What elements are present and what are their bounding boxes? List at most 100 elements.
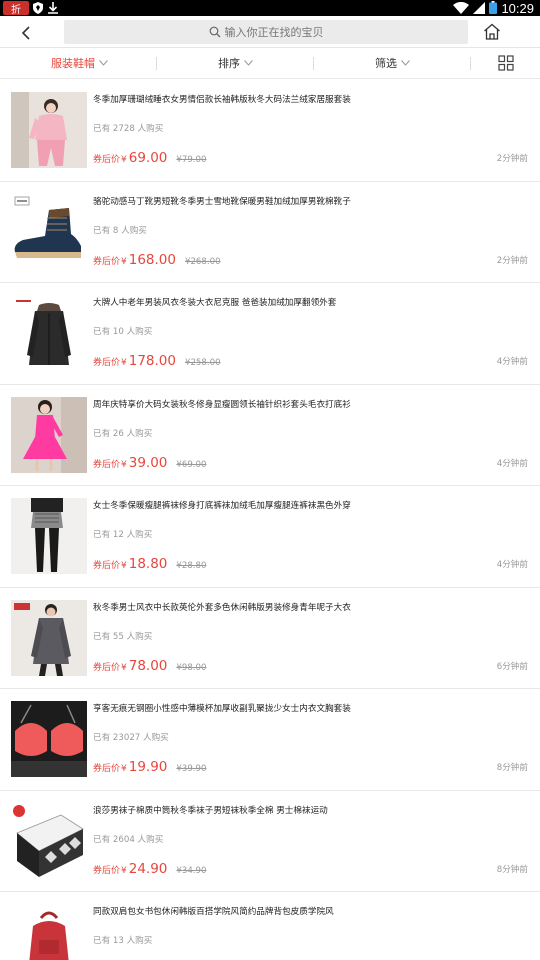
currency-symbol: ¥ bbox=[121, 662, 127, 673]
chevron-down-icon bbox=[99, 60, 108, 66]
post-time: 4分钟前 bbox=[496, 357, 528, 367]
search-header: 输入你正在找的宝贝 bbox=[0, 16, 540, 48]
category-filter-label: 服装鞋帽 bbox=[51, 57, 95, 70]
coupon-price-label: 券后价 bbox=[93, 358, 121, 368]
coupon-price-label: 券后价 bbox=[93, 459, 121, 470]
original-price: ¥34.90 bbox=[176, 865, 207, 876]
coupon-price: 78.00 bbox=[128, 657, 168, 674]
product-image-pink-dress bbox=[11, 396, 87, 473]
signal-icon bbox=[473, 0, 486, 18]
coupon-price-label: 券后价 bbox=[93, 865, 121, 876]
price-line: 券后价 ¥ 69.00 ¥79.00 bbox=[93, 150, 206, 166]
status-bar: 折 10:29 bbox=[0, 0, 540, 16]
product-title: 大牌人中老年男装风衣冬装大衣尼克服 爸爸装加绒加厚翻领外套 bbox=[93, 298, 337, 308]
back-button[interactable] bbox=[14, 22, 38, 44]
price-line: 券后价 ¥ 39.00 ¥69.00 bbox=[93, 455, 206, 471]
product-row[interactable]: 大牌人中老年男装风衣冬装大衣尼克服 爸爸装加绒加厚翻领外套 已有 10 人购买 … bbox=[0, 283, 540, 385]
price-line: 券后价 ¥ 78.00 ¥98.00 bbox=[93, 658, 206, 674]
currency-symbol: ¥ bbox=[121, 256, 127, 267]
clock: 10:29 bbox=[501, 0, 534, 16]
coupon-price: 18.80 bbox=[128, 556, 168, 572]
product-image-red-backpack bbox=[11, 904, 87, 960]
shield-icon bbox=[32, 2, 44, 14]
post-time: 4分钟前 bbox=[496, 458, 528, 469]
currency-symbol: ¥ bbox=[121, 865, 127, 876]
product-title: 周年庆特享价大码女装秋冬修身显瘦圆领长袖针织衫套头毛衣打底衫 bbox=[93, 399, 351, 410]
coupon-price: 24.90 bbox=[128, 860, 168, 877]
coupon-price-label: 券后价 bbox=[93, 662, 121, 673]
sold-count: 已有 55 人购买 bbox=[93, 631, 153, 642]
product-title: 冬季加厚珊瑚绒睡衣女男情侣款长袖韩版秋冬大码法兰绒家居服套装 bbox=[93, 95, 351, 105]
screen-filter[interactable]: 筛选 bbox=[375, 48, 410, 78]
chevron-down-icon bbox=[244, 60, 253, 66]
post-time: 8分钟前 bbox=[496, 864, 528, 875]
post-time: 6分钟前 bbox=[496, 661, 528, 672]
product-row[interactable]: 冬季加厚珊瑚绒睡衣女男情侣款长袖韩版秋冬大码法兰绒家居服套装 已有 2728 人… bbox=[0, 80, 540, 182]
product-image-pink-pajama bbox=[11, 92, 87, 168]
product-image-grey-overcoat bbox=[11, 599, 87, 676]
product-row[interactable]: 浪莎男袜子棉质中筒秋冬季袜子男短袜秋季全棉 男士棉袜运动 已有 2604 人购买… bbox=[0, 790, 540, 892]
original-price: ¥28.80 bbox=[176, 561, 207, 571]
product-row[interactable]: 亨客无痕无钢圈小性感中薄模杯加厚收副乳聚拢少女士内衣文胸套装 已有 23027 … bbox=[0, 689, 540, 791]
product-row[interactable]: 周年庆特享价大码女装秋冬修身显瘦圆领长袖针织衫套头毛衣打底衫 已有 26 人购买… bbox=[0, 384, 540, 486]
product-title: 同款双肩包女书包休闲韩版百搭学院风简约品牌背包皮质学院风 bbox=[93, 907, 334, 917]
sold-count: 已有 12 人购买 bbox=[93, 530, 153, 540]
coupon-price: 19.90 bbox=[128, 759, 168, 775]
divider bbox=[470, 57, 471, 70]
chevron-down-icon bbox=[401, 60, 410, 66]
product-row[interactable]: 同款双肩包女书包休闲韩版百搭学院风简约品牌背包皮质学院风 已有 13 人购买 bbox=[0, 892, 540, 960]
search-placeholder: 输入你正在找的宝贝 bbox=[224, 26, 324, 39]
product-row[interactable]: 秋冬季男士风衣中长款英伦外套多色休闲韩版男装修身青年呢子大衣 已有 55 人购买… bbox=[0, 587, 540, 689]
screen-filter-label: 筛选 bbox=[375, 57, 397, 70]
grid-view-button[interactable] bbox=[498, 55, 514, 71]
product-title: 秋冬季男士风衣中长款英伦外套多色休闲韩版男装修身青年呢子大衣 bbox=[93, 602, 351, 613]
search-input[interactable]: 输入你正在找的宝贝 bbox=[64, 20, 468, 44]
filter-bar: 服装鞋帽 排序 筛选 bbox=[0, 48, 540, 79]
sold-count: 已有 8 人购买 bbox=[93, 225, 147, 236]
sold-count: 已有 10 人购买 bbox=[93, 327, 153, 337]
price-line: 券后价 ¥ 19.90 ¥39.90 bbox=[93, 759, 206, 775]
wifi-icon bbox=[453, 0, 470, 18]
sold-count: 已有 2604 人购买 bbox=[93, 834, 164, 845]
category-filter[interactable]: 服装鞋帽 bbox=[51, 48, 108, 78]
sort-filter[interactable]: 排序 bbox=[218, 48, 253, 78]
sold-count: 已有 26 人购买 bbox=[93, 428, 153, 439]
coupon-price-label: 券后价 bbox=[93, 155, 121, 165]
product-image-black-tights bbox=[11, 498, 87, 574]
original-price: ¥79.00 bbox=[176, 155, 207, 165]
home-button[interactable] bbox=[481, 20, 503, 42]
product-image-sock-box bbox=[11, 802, 87, 879]
search-icon bbox=[209, 26, 221, 38]
coupon-price: 168.00 bbox=[128, 251, 176, 268]
price-line: 券后价 ¥ 18.80 ¥28.80 bbox=[93, 556, 206, 572]
battery-icon bbox=[489, 0, 498, 18]
currency-symbol: ¥ bbox=[121, 155, 127, 165]
sort-filter-label: 排序 bbox=[218, 57, 240, 70]
product-list: 冬季加厚珊瑚绒睡衣女男情侣款长袖韩版秋冬大码法兰绒家居服套装 已有 2728 人… bbox=[0, 80, 540, 960]
home-icon bbox=[484, 23, 500, 40]
sold-count: 已有 23027 人购买 bbox=[93, 733, 169, 743]
product-image-red-bra bbox=[11, 701, 87, 777]
product-image-black-coat bbox=[11, 295, 87, 371]
coupon-price-label: 券后价 bbox=[93, 561, 121, 571]
grid-view-icon bbox=[498, 55, 514, 71]
sold-count: 已有 2728 人购买 bbox=[93, 124, 164, 134]
product-title: 女士冬季保暖瘦腿裤袜修身打底裤袜加绒毛加厚瘦腿连裤袜黑色外穿 bbox=[93, 501, 351, 511]
sold-count: 已有 13 人购买 bbox=[93, 936, 153, 946]
app-badge: 折 bbox=[3, 1, 29, 16]
post-time: 2分钟前 bbox=[496, 154, 528, 164]
back-arrow-icon bbox=[21, 26, 30, 40]
currency-symbol: ¥ bbox=[121, 764, 127, 774]
product-title: 骆驼动感马丁靴男短靴冬季男士雪地靴保暖男鞋加绒加厚男靴棉靴子 bbox=[93, 196, 351, 207]
product-row[interactable]: 骆驼动感马丁靴男短靴冬季男士雪地靴保暖男鞋加绒加厚男靴棉靴子 已有 8 人购买 … bbox=[0, 181, 540, 283]
coupon-price-label: 券后价 bbox=[93, 764, 121, 774]
original-price: ¥258.00 bbox=[185, 358, 221, 368]
original-price: ¥98.00 bbox=[176, 662, 207, 673]
price-line: 券后价 ¥ 168.00 ¥268.00 bbox=[93, 252, 221, 268]
coupon-price: 39.00 bbox=[128, 454, 168, 471]
coupon-price-label: 券后价 bbox=[93, 256, 121, 267]
currency-symbol: ¥ bbox=[121, 358, 127, 368]
download-icon bbox=[47, 2, 59, 14]
product-row[interactable]: 女士冬季保暖瘦腿裤袜修身打底裤袜加绒毛加厚瘦腿连裤袜黑色外穿 已有 12 人购买… bbox=[0, 486, 540, 588]
currency-symbol: ¥ bbox=[121, 459, 127, 470]
